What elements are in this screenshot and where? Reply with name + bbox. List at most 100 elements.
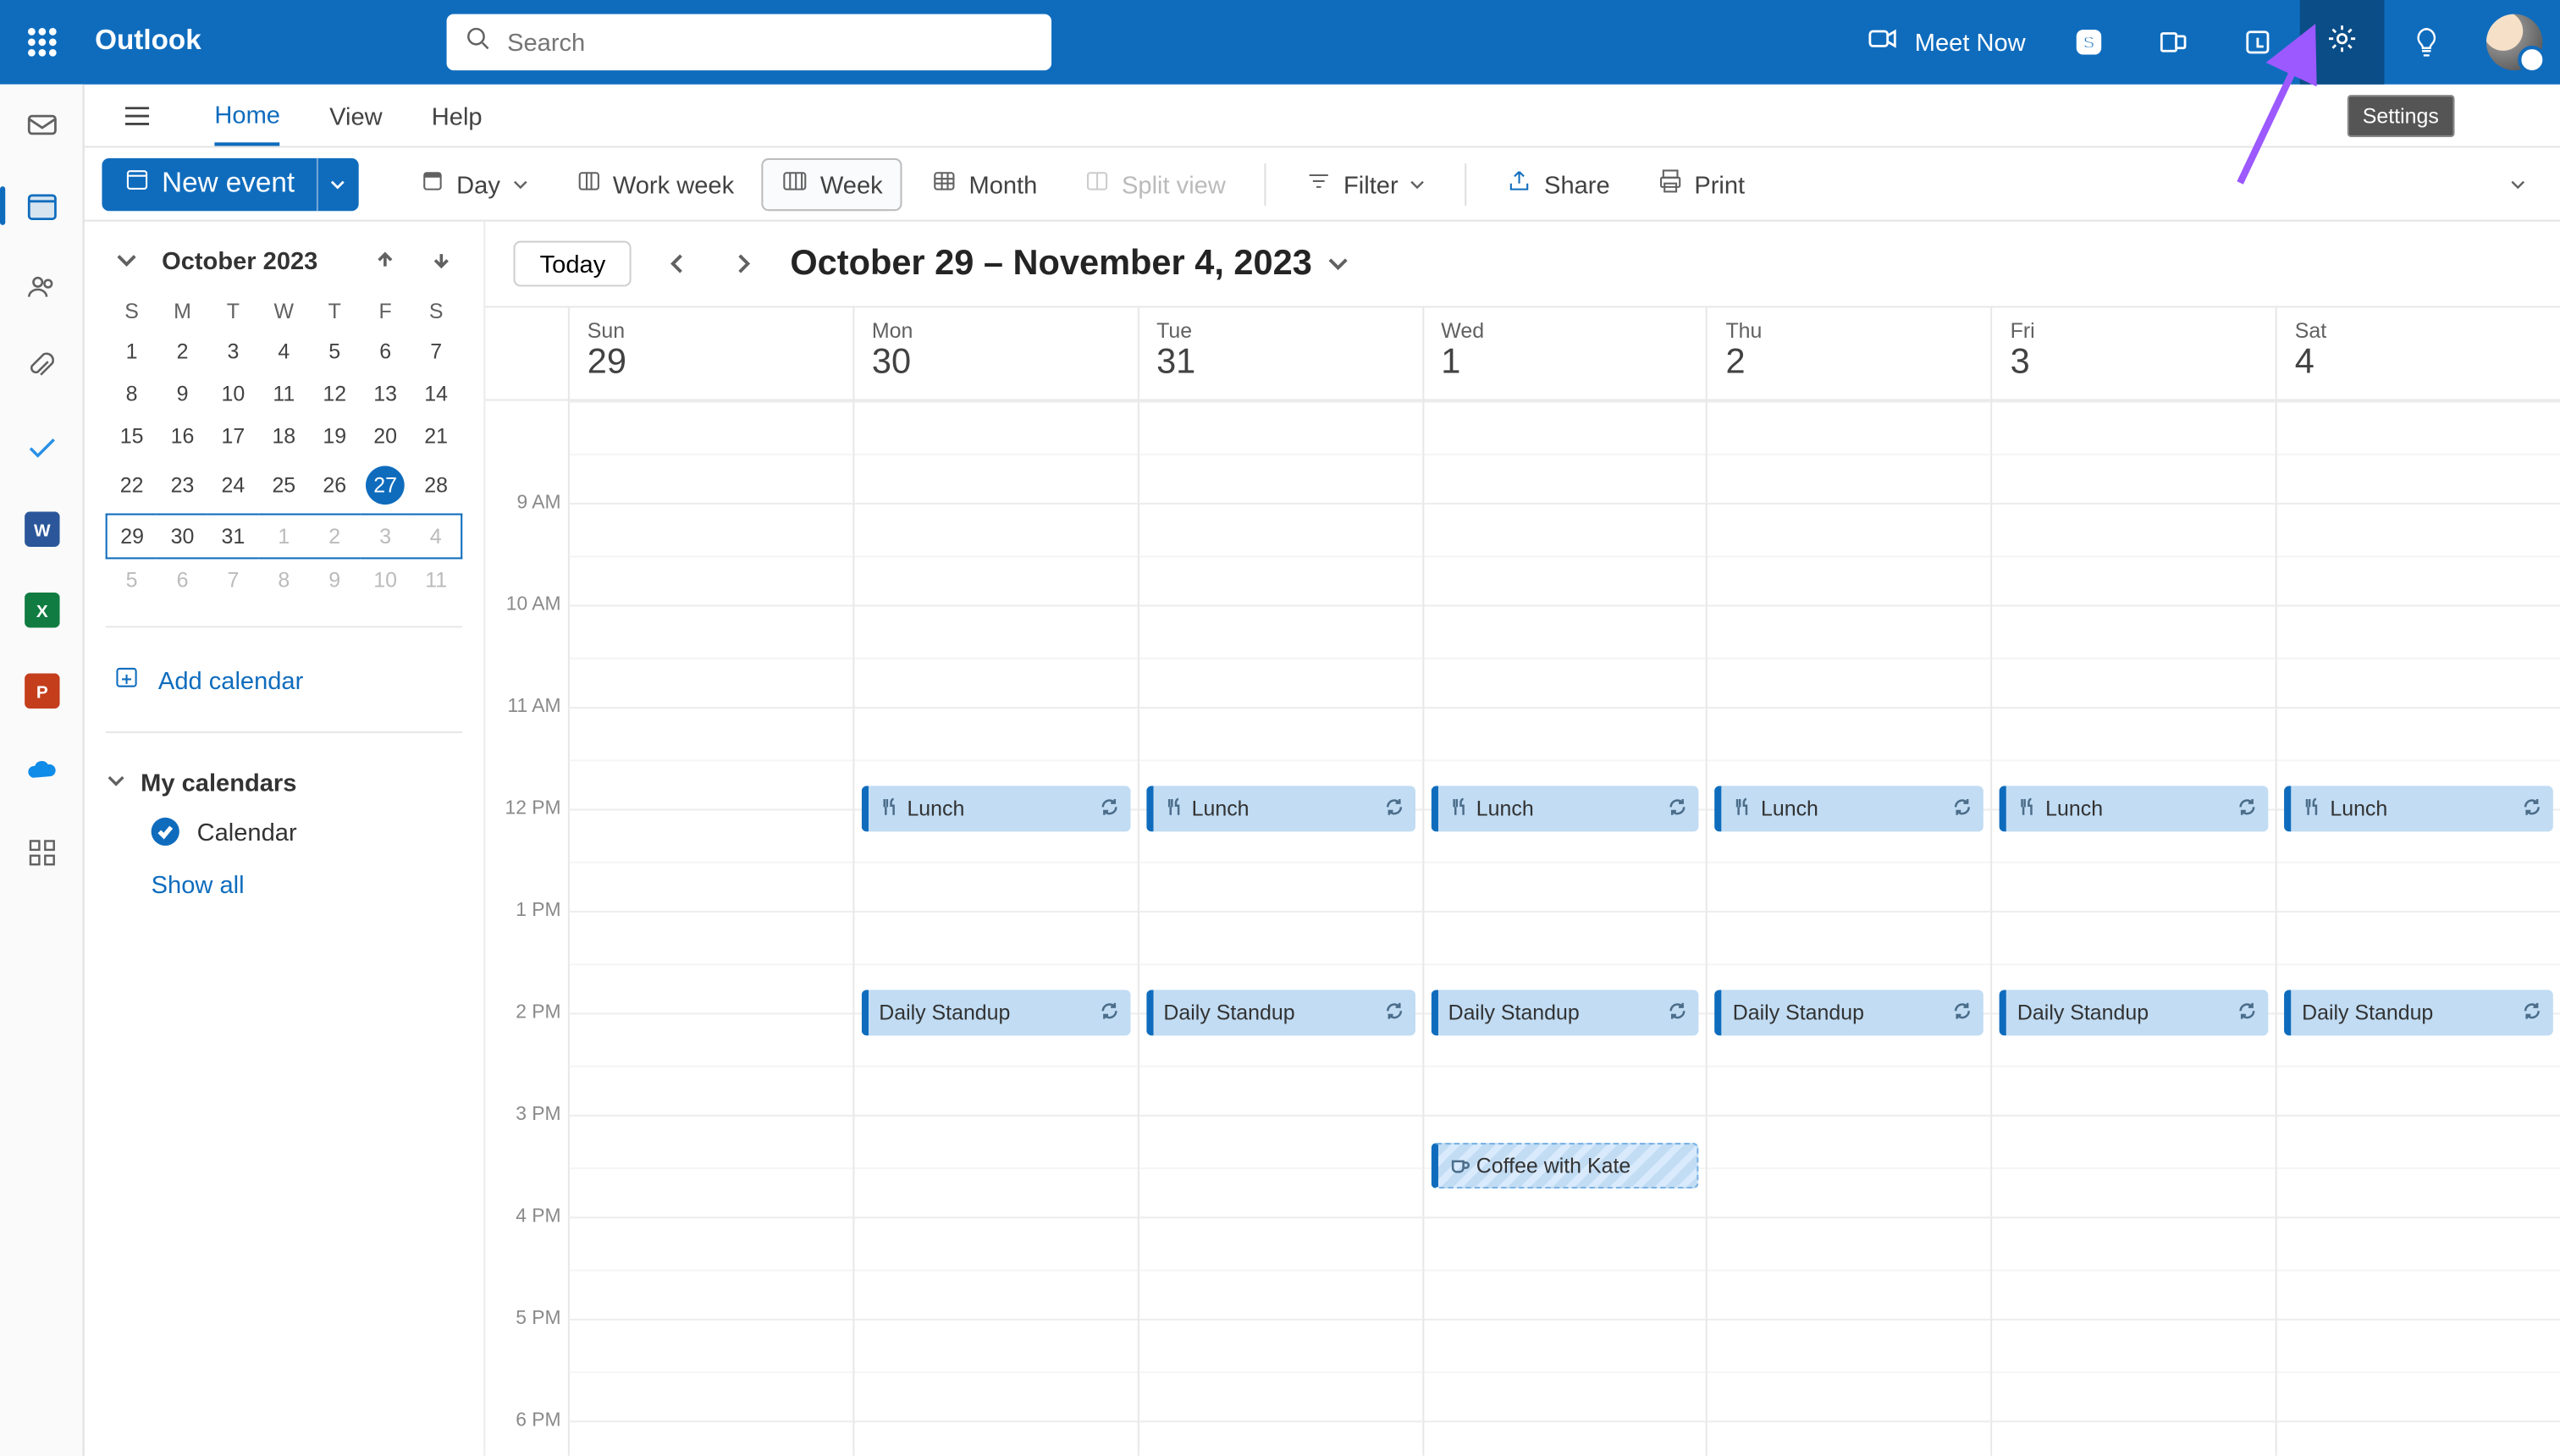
view-week-button[interactable]: Week xyxy=(762,157,902,210)
tab-home[interactable]: Home xyxy=(214,85,280,146)
mini-day[interactable]: 18 xyxy=(258,415,309,457)
mini-day[interactable]: 30 xyxy=(157,515,208,559)
mini-day[interactable]: 27 xyxy=(360,457,411,515)
event-standup[interactable]: Daily Standup xyxy=(2000,990,2268,1035)
day-column[interactable]: Lunch Daily Standup xyxy=(2277,401,2560,1456)
mini-day[interactable]: 26 xyxy=(309,457,360,515)
my-day-icon[interactable] xyxy=(2215,0,2300,85)
mini-day[interactable]: 19 xyxy=(309,415,360,457)
mini-day[interactable]: 2 xyxy=(309,515,360,559)
mini-day[interactable]: 5 xyxy=(107,558,157,601)
event-lunch[interactable]: Lunch xyxy=(1715,786,1983,831)
mini-day[interactable]: 21 xyxy=(411,415,461,457)
event-lunch[interactable]: Lunch xyxy=(861,786,1129,831)
mini-day[interactable]: 23 xyxy=(157,457,208,515)
mini-day[interactable]: 10 xyxy=(360,558,411,601)
calendar-rail-icon[interactable] xyxy=(0,173,84,240)
next-week-icon[interactable] xyxy=(723,243,765,285)
mini-day[interactable]: 6 xyxy=(157,558,208,601)
month-prev-icon[interactable] xyxy=(364,239,406,281)
mini-day[interactable]: 13 xyxy=(360,372,411,415)
mini-day[interactable]: 11 xyxy=(258,372,309,415)
day-header[interactable]: Thu2 xyxy=(1708,307,1993,399)
mini-day[interactable]: 8 xyxy=(107,372,157,415)
prev-week-icon[interactable] xyxy=(656,243,698,285)
show-all-button[interactable]: Show all xyxy=(106,856,463,898)
event-lunch[interactable]: Lunch xyxy=(2284,786,2552,831)
event-lunch[interactable]: Lunch xyxy=(1431,786,1699,831)
mini-day[interactable]: 8 xyxy=(258,558,309,601)
mini-day[interactable]: 14 xyxy=(411,372,461,415)
day-header[interactable]: Sun29 xyxy=(570,307,854,399)
tips-icon[interactable] xyxy=(2384,0,2469,85)
mini-day[interactable]: 3 xyxy=(360,515,411,559)
mini-day[interactable]: 4 xyxy=(258,330,309,372)
new-event-dropdown[interactable] xyxy=(316,157,358,210)
nav-toggle-icon[interactable] xyxy=(109,87,165,143)
view-workweek-button[interactable]: Work week xyxy=(556,157,752,210)
mini-day[interactable]: 7 xyxy=(411,330,461,372)
month-next-icon[interactable] xyxy=(420,239,462,281)
files-rail-icon[interactable] xyxy=(0,334,84,401)
onedrive-rail-icon[interactable] xyxy=(0,738,84,805)
teams-icon[interactable] xyxy=(2131,0,2215,85)
excel-rail-icon[interactable]: X xyxy=(0,576,84,643)
mini-day[interactable]: 10 xyxy=(207,372,258,415)
mini-day[interactable]: 22 xyxy=(107,457,157,515)
search-box[interactable] xyxy=(447,14,1051,70)
day-column[interactable]: Lunch Daily Standup xyxy=(1708,401,1993,1456)
mini-day[interactable]: 11 xyxy=(411,558,461,601)
day-column[interactable]: LunchDaily Standup xyxy=(854,401,1139,1456)
day-column[interactable]: LunchDaily Standup xyxy=(1139,401,1423,1456)
view-day-button[interactable]: Day xyxy=(400,157,546,210)
mini-day[interactable]: 15 xyxy=(107,415,157,457)
new-event-button[interactable]: New event xyxy=(102,157,357,210)
mini-day[interactable]: 3 xyxy=(207,330,258,372)
mini-day[interactable]: 12 xyxy=(309,372,360,415)
view-month-button[interactable]: Month xyxy=(913,157,1055,210)
my-calendars-section[interactable]: My calendars xyxy=(106,758,463,807)
app-name[interactable]: Outlook xyxy=(95,26,201,58)
event-standup[interactable]: Daily Standup xyxy=(2284,990,2552,1035)
day-header[interactable]: Fri3 xyxy=(1993,307,2277,399)
mini-day[interactable]: 24 xyxy=(207,457,258,515)
event-standup[interactable]: Daily Standup xyxy=(1146,990,1415,1035)
app-launcher-icon[interactable] xyxy=(0,0,85,85)
mini-day[interactable]: 9 xyxy=(309,558,360,601)
account-avatar[interactable] xyxy=(2486,14,2542,70)
tab-view[interactable]: View xyxy=(329,87,383,143)
day-column[interactable]: Lunch Daily Standup xyxy=(1993,401,2277,1456)
word-rail-icon[interactable]: W xyxy=(0,496,84,563)
people-rail-icon[interactable] xyxy=(0,253,84,320)
mini-day[interactable]: 28 xyxy=(411,457,461,515)
today-button[interactable]: Today xyxy=(513,241,632,287)
day-header[interactable]: Mon30 xyxy=(854,307,1139,399)
mini-day[interactable]: 29 xyxy=(107,515,157,559)
mini-day[interactable]: 9 xyxy=(157,372,208,415)
mini-day[interactable]: 5 xyxy=(309,330,360,372)
day-header[interactable]: Sat4 xyxy=(2277,307,2560,399)
mini-day[interactable]: 7 xyxy=(207,558,258,601)
mail-rail-icon[interactable] xyxy=(0,91,84,158)
add-calendar-button[interactable]: Add calendar xyxy=(106,653,463,707)
mini-day[interactable]: 1 xyxy=(258,515,309,559)
more-apps-rail-icon[interactable] xyxy=(0,819,84,886)
skype-icon[interactable]: S xyxy=(2047,0,2132,85)
mini-day[interactable]: 2 xyxy=(157,330,208,372)
day-column[interactable]: LunchDaily StandupCoffee with Kate xyxy=(1423,401,1708,1456)
calendar-checkbox[interactable]: Calendar xyxy=(106,807,463,856)
filter-button[interactable]: Filter xyxy=(1288,157,1444,210)
month-collapse-icon[interactable] xyxy=(106,239,148,281)
mini-day[interactable]: 6 xyxy=(360,330,411,372)
mini-day[interactable]: 17 xyxy=(207,415,258,457)
mini-day[interactable]: 25 xyxy=(258,457,309,515)
event-lunch[interactable]: Lunch xyxy=(2000,786,2268,831)
mini-day[interactable]: 1 xyxy=(107,330,157,372)
toolbar-more-icon[interactable] xyxy=(2493,175,2542,193)
mini-day[interactable]: 20 xyxy=(360,415,411,457)
powerpoint-rail-icon[interactable]: P xyxy=(0,658,84,725)
search-input[interactable] xyxy=(507,28,1034,56)
print-button[interactable]: Print xyxy=(1638,157,1763,210)
event-standup[interactable]: Daily Standup xyxy=(1715,990,1983,1035)
mini-day[interactable]: 31 xyxy=(207,515,258,559)
